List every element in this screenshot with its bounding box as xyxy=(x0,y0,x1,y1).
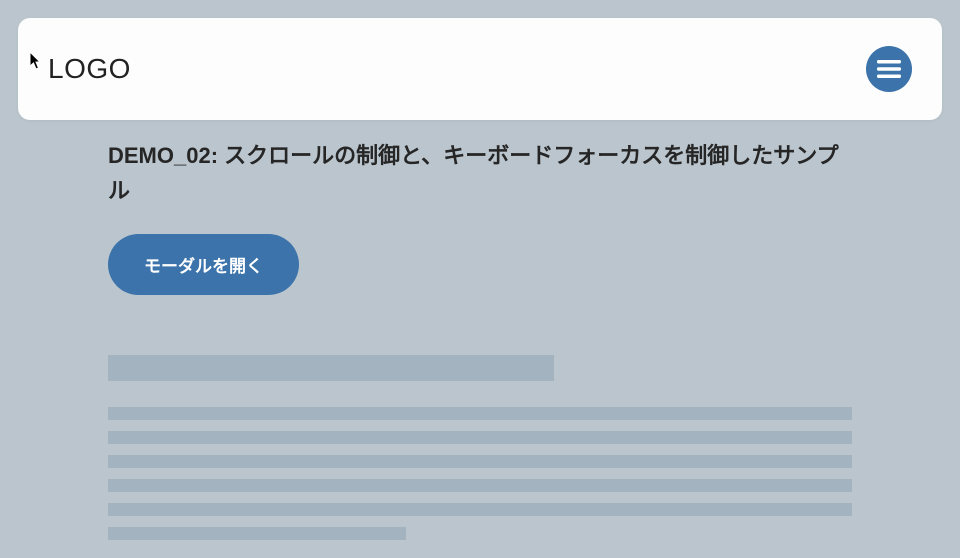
skeleton-line xyxy=(108,455,852,468)
logo: LOGO xyxy=(48,53,131,85)
skeleton-line xyxy=(108,503,852,516)
skeleton-line xyxy=(108,527,406,540)
main-content: DEMO_02: スクロールの制御と、キーボードフォーカスを制御したサンプル モ… xyxy=(100,138,860,540)
skeleton-line xyxy=(108,431,852,444)
menu-button[interactable] xyxy=(866,46,912,92)
skeleton-line xyxy=(108,407,852,420)
page-title: DEMO_02: スクロールの制御と、キーボードフォーカスを制御したサンプル xyxy=(108,138,852,208)
page-header: LOGO xyxy=(18,18,942,120)
open-modal-button[interactable]: モーダルを開く xyxy=(108,234,299,295)
skeleton-heading xyxy=(108,355,554,381)
skeleton-line xyxy=(108,479,852,492)
hamburger-icon xyxy=(877,59,901,79)
skeleton-block xyxy=(108,355,852,540)
